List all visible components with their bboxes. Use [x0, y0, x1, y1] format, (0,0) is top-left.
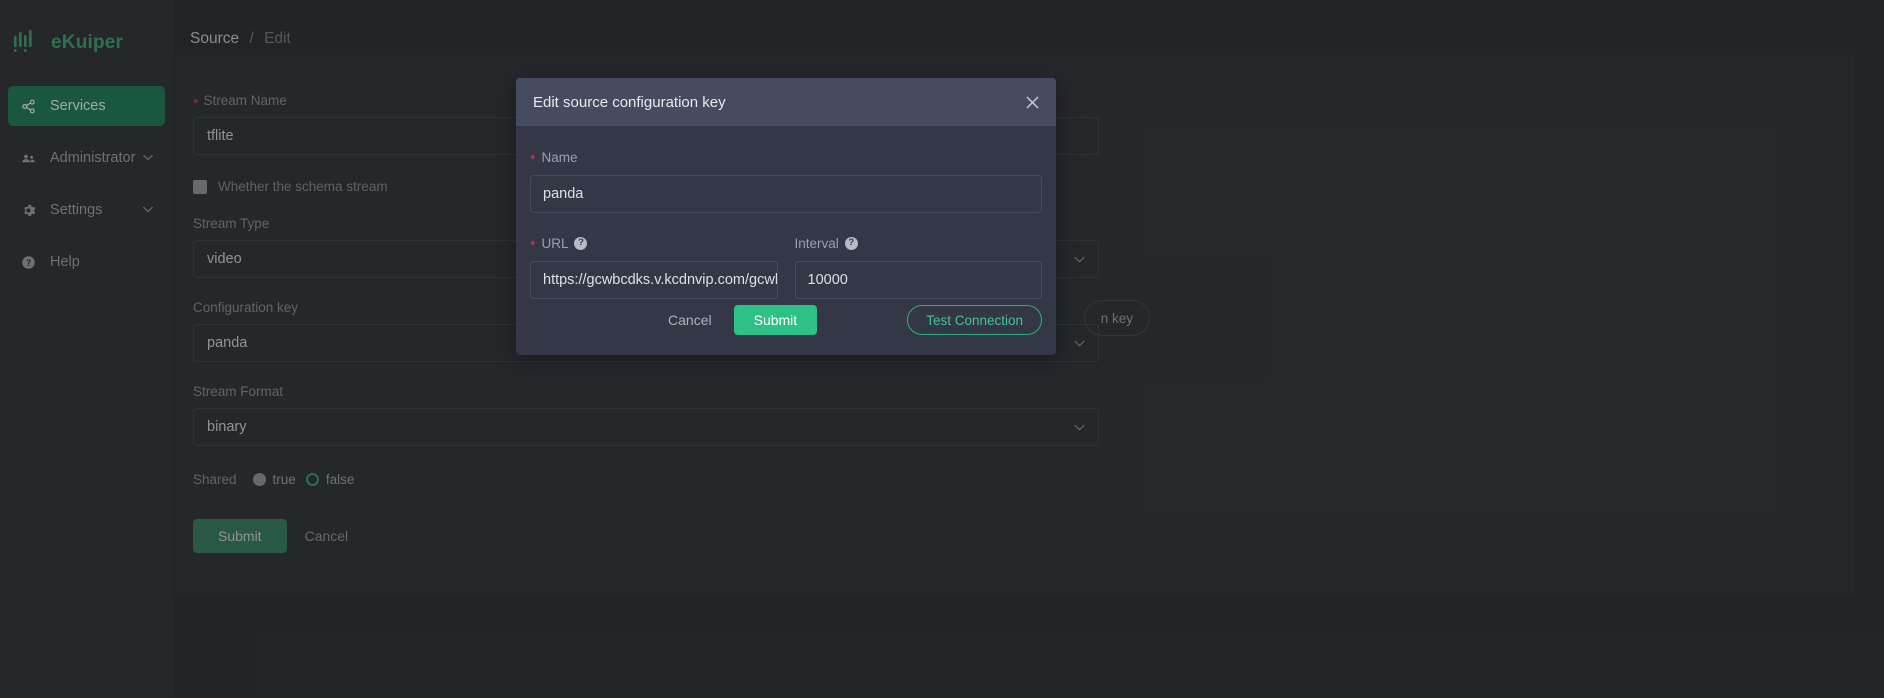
modal-header: Edit source configuration key: [516, 78, 1056, 126]
label-text: Interval: [794, 235, 839, 251]
modal-interval-input[interactable]: 10000: [794, 261, 1042, 299]
modal-body: * Name panda * URL ? https://gcwbcdks.v.…: [516, 126, 1056, 299]
modal-field-interval: Interval ? 10000: [794, 234, 1043, 299]
modal-name-input[interactable]: panda: [530, 175, 1042, 213]
required-asterisk: *: [530, 151, 536, 167]
button-label: Submit: [753, 312, 798, 328]
modal-interval-label: Interval ?: [795, 234, 1043, 252]
question-circle-icon[interactable]: ?: [574, 236, 588, 250]
modal-name-label: * Name: [530, 148, 1042, 167]
edit-source-config-modal: Edit source configuration key * Name pan…: [516, 78, 1056, 355]
button-label: Test Connection: [926, 312, 1023, 328]
modal-submit-button[interactable]: Submit: [733, 305, 818, 335]
modal-url-label: * URL ?: [530, 234, 778, 252]
close-icon[interactable]: [1022, 92, 1042, 112]
label-text: URL: [541, 235, 569, 251]
modal-field-url: * URL ? https://gcwbcdks.v.kcdnvip.com/g…: [530, 234, 778, 299]
modal-cancel-button[interactable]: Cancel: [660, 312, 720, 328]
modal-field-name: * Name panda: [530, 148, 1042, 213]
modal-url-input[interactable]: https://gcwbcdks.v.kcdnvip.com/gcwbc: [530, 261, 778, 299]
label-text: Name: [541, 149, 578, 165]
input-value: https://gcwbcdks.v.kcdnvip.com/gcwbc: [543, 272, 778, 288]
modal-field-row: * URL ? https://gcwbcdks.v.kcdnvip.com/g…: [530, 234, 1042, 299]
input-value: panda: [543, 186, 584, 202]
modal-test-connection-button[interactable]: Test Connection: [907, 305, 1042, 335]
required-asterisk: *: [530, 237, 536, 253]
app-root: eKuiper Services Administrator Settings …: [0, 0, 1884, 698]
modal-title: Edit source configuration key: [533, 93, 726, 111]
button-label: Cancel: [668, 312, 712, 328]
question-circle-icon[interactable]: ?: [844, 236, 858, 250]
input-value: 10000: [807, 272, 848, 288]
modal-footer: Cancel Submit Test Connection: [516, 299, 1056, 355]
